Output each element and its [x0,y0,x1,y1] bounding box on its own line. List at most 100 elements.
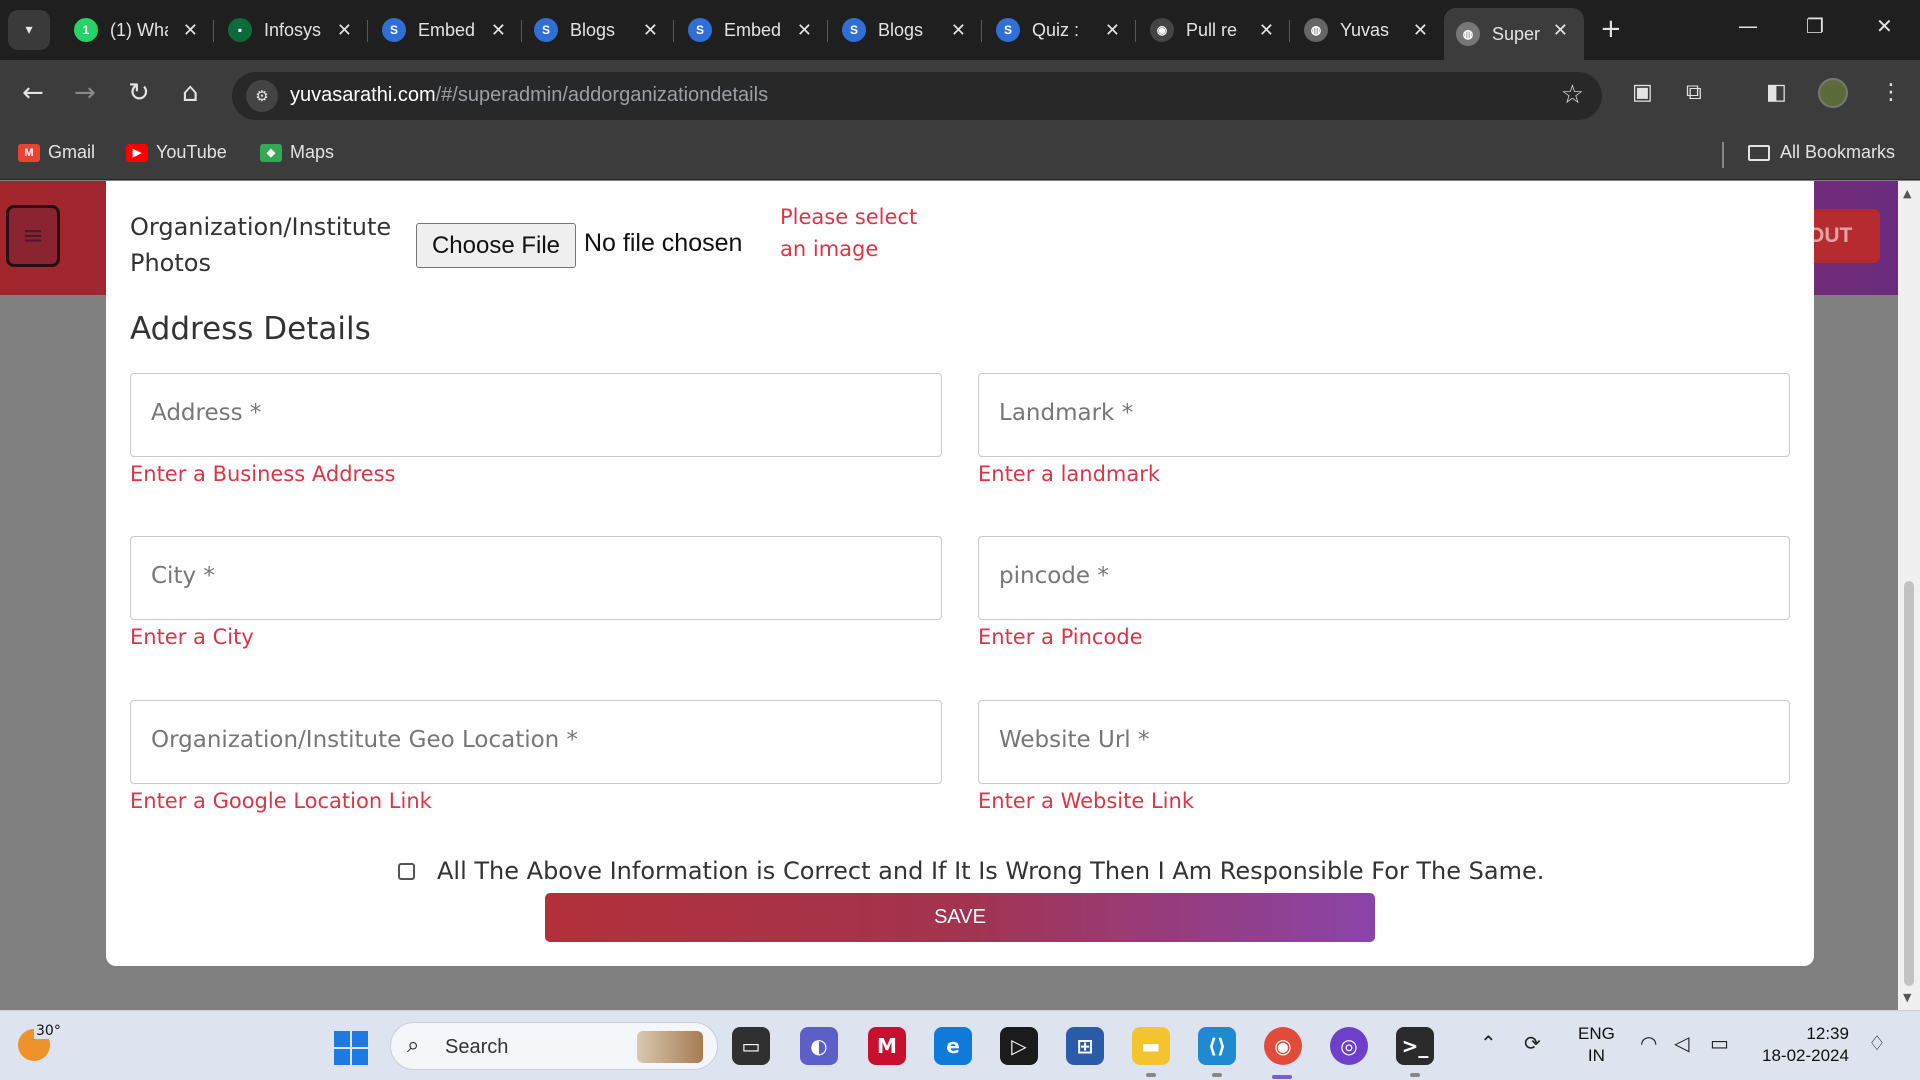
forward-button[interactable]: → [74,80,96,106]
agreement-checkbox[interactable] [398,862,415,880]
tab-divider [673,20,674,42]
close-tab-icon[interactable]: ✕ [1413,20,1428,41]
menu-kebab-icon[interactable]: ⋮ [1880,80,1902,105]
tab-divider [827,20,828,42]
save-button[interactable]: SAVE [545,893,1375,942]
tab-title: Embed [724,19,782,40]
lang-region: IN [1587,1046,1605,1065]
browser-tab[interactable]: ▪ Infosys ✕ [216,8,368,52]
close-tab-icon[interactable]: ✕ [491,20,506,41]
tab-title: Infosys [264,19,322,40]
teams-icon[interactable]: ◐ [800,1027,838,1065]
language-indicator[interactable]: ENG IN [1578,1023,1615,1067]
extensions-puzzle-icon[interactable]: ⧉ [1686,80,1702,105]
battery-icon[interactable]: ▭ [1710,1031,1729,1055]
vscode-icon[interactable]: ⟨⟩ [1198,1027,1236,1065]
volume-icon[interactable]: ◁ [1674,1031,1689,1055]
website-url-input[interactable]: Website Url * [978,700,1790,784]
reload-button[interactable]: ↻ [128,80,150,106]
clock[interactable]: 12:39 18-02-2024 [1762,1023,1849,1067]
geo-location-input[interactable]: Organization/Institute Geo Location * [130,700,942,784]
city-placeholder: City * [151,563,215,589]
address-error: Enter a Business Address [130,462,396,486]
minimize-button[interactable]: — [1738,14,1758,38]
city-error: Enter a City [130,625,254,649]
all-bookmarks-button[interactable]: All Bookmarks [1748,142,1895,163]
github-desktop-icon[interactable]: ◎ [1330,1027,1368,1065]
wifi-icon[interactable]: ◠ [1640,1031,1657,1055]
close-tab-icon[interactable]: ✕ [1105,20,1120,41]
chevron-down-icon: ▾ [25,22,33,38]
sync-icon[interactable]: ⟳ [1524,1031,1541,1055]
hamburger-menu-button[interactable]: ≡ [6,205,60,267]
address-bar[interactable]: ⚙ yuvasarathi.com/#/superadmin/addorgani… [232,72,1602,120]
scroll-down-icon[interactable]: ▼ [1903,991,1911,1004]
bookmark-gmail[interactable]: M Gmail [18,142,95,163]
close-tab-icon[interactable]: ✕ [643,20,658,41]
back-button[interactable]: ← [22,80,44,106]
close-tab-icon[interactable]: ✕ [1553,20,1568,41]
taskbar-search[interactable]: ⌕ Search [390,1022,718,1070]
bookmark-youtube[interactable]: ▶ YouTube [126,142,227,163]
browser-tab[interactable]: ◍ Yuvas ✕ [1292,8,1444,52]
side-panel-icon[interactable]: ◧ [1766,80,1787,105]
landmark-input[interactable]: Landmark * [978,373,1790,457]
infosys-icon: ▪ [228,18,252,42]
address-input[interactable]: Address * [130,373,942,457]
close-tab-icon[interactable]: ✕ [337,20,352,41]
close-tab-icon[interactable]: ✕ [1259,20,1274,41]
tab-title: Embed [418,19,476,40]
extension-icon[interactable]: ▣ [1632,80,1653,105]
profile-avatar[interactable] [1818,78,1848,108]
close-tab-icon[interactable]: ✕ [183,20,198,41]
browser-tab[interactable]: 1 (1) WhatsApp ✕ [62,8,214,52]
maps-icon: ◆ [260,143,282,162]
url-text[interactable]: yuvasarathi.com/#/superadmin/addorganiza… [290,84,768,107]
scrollbar-thumb[interactable] [1904,581,1914,986]
mcafee-icon[interactable]: M [868,1027,906,1065]
choose-file-button[interactable]: Choose File [416,223,576,268]
city-input[interactable]: City * [130,536,942,620]
browser-tab[interactable]: S Blogs ✕ [830,8,982,52]
bookmark-star-icon[interactable]: ☆ [1561,80,1584,110]
page-scrollbar[interactable]: ▲ ▼ [1898,181,1920,1010]
pincode-input[interactable]: pincode * [978,536,1790,620]
clock-time: 12:39 [1806,1024,1849,1043]
terminal-icon[interactable]: >_ [1396,1027,1434,1065]
browser-tab[interactable]: ◉ Pull re ✕ [1138,8,1290,52]
scroll-up-icon[interactable]: ▲ [1903,187,1911,200]
bookmark-maps[interactable]: ◆ Maps [260,142,334,163]
close-tab-icon[interactable]: ✕ [951,20,966,41]
pincode-placeholder: pincode * [999,563,1109,589]
edge-icon[interactable]: e [934,1027,972,1065]
url-path: /#/superadmin/addorganizationdetails [435,84,769,106]
browser-tab[interactable]: S Embed ✕ [676,8,828,52]
all-bookmarks-label: All Bookmarks [1780,142,1896,162]
close-tab-icon[interactable]: ✕ [797,20,812,41]
notification-bell-icon[interactable]: ♢ [1868,1031,1886,1055]
youtube-icon: ▶ [126,143,148,162]
site-info-icon[interactable]: ⚙ [246,80,278,112]
task-view-icon[interactable]: ▭ [732,1027,770,1065]
browser-tab[interactable]: S Blogs ✕ [522,8,674,52]
home-button[interactable]: ⌂ [182,80,199,106]
organization-details-form: Organization/Institute Photos Choose Fil… [106,181,1814,966]
file-explorer-icon[interactable]: ▬ [1132,1027,1170,1065]
windows-taskbar: 30° ⌕ Search ▭ ◐ M e ▷ ⊞ ▬ ⟨⟩ ◉ ◎ >_ ⌃ ⟳… [0,1010,1920,1080]
browser-tab[interactable]: S Embed ✕ [370,8,522,52]
temperature-text: 30° [34,1023,63,1039]
chrome-icon[interactable]: ◉ [1264,1027,1302,1065]
running-indicator [1410,1073,1420,1077]
browser-tab[interactable]: ◍ Super ✕ [1444,8,1584,60]
start-button[interactable] [334,1031,368,1065]
agreement-text: All The Above Information is Correct and… [437,857,1545,885]
close-window-button[interactable]: ✕ [1876,14,1893,38]
media-app-icon[interactable]: ▷ [1000,1027,1038,1065]
store-icon[interactable]: ⊞ [1066,1027,1104,1065]
restore-button[interactable]: ❐ [1806,14,1824,38]
landmark-error: Enter a landmark [978,462,1161,486]
chevron-up-icon[interactable]: ⌃ [1480,1031,1497,1055]
browser-tab[interactable]: S Quiz : ✕ [984,8,1136,52]
new-tab-button[interactable]: + [1600,14,1622,44]
tab-search-button[interactable]: ▾ [8,10,50,50]
